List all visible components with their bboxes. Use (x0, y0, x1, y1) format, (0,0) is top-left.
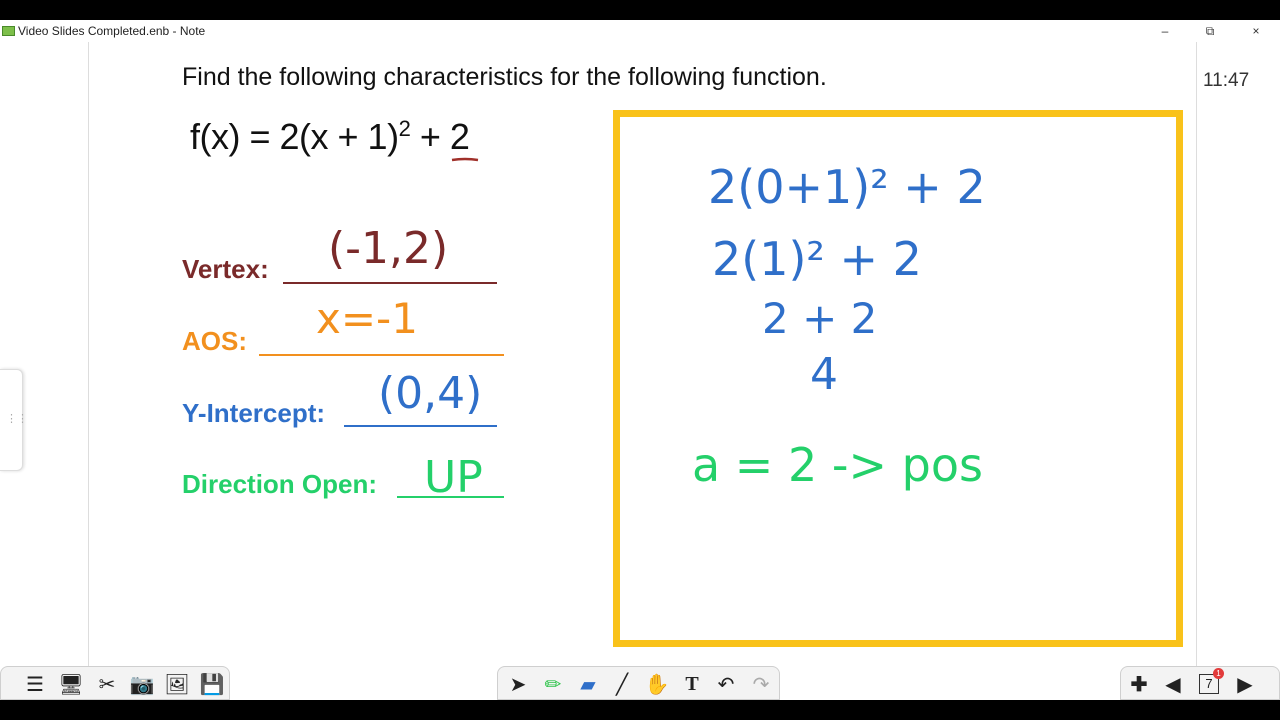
function-exponent: 2 (398, 116, 411, 141)
page-left-edge (88, 42, 89, 666)
tools-icon[interactable]: ✂ (93, 670, 121, 698)
aos-answer: x=-1 (316, 294, 418, 343)
pen-icon[interactable]: ✏ (539, 670, 567, 698)
aos-label: AOS: (182, 326, 247, 356)
direction-label: Direction Open: (182, 469, 378, 499)
window-titlebar: Video Slides Completed.enb - Note – ⧉ × (0, 20, 1280, 42)
function-expression: f(x) = 2(x + 1)2 + 2 (190, 116, 470, 158)
previous-page-icon[interactable]: ◀ (1159, 670, 1187, 698)
function-prefix: f(x) = 2(x + 1) (190, 116, 399, 157)
next-page-icon[interactable]: ▶ (1231, 670, 1259, 698)
page-right-edge (1196, 42, 1197, 666)
side-panel-tab[interactable]: ⋮⋮ (0, 369, 28, 471)
image-icon[interactable]: 🖼 (163, 670, 191, 698)
work-line-4: 4 (810, 349, 838, 400)
top-black-bar (0, 0, 1280, 20)
window-title: Video Slides Completed.enb - Note (18, 24, 206, 38)
line-icon[interactable]: ╱ (608, 670, 636, 698)
work-line-3: 2 + 2 (762, 294, 878, 343)
y-intercept-blank (344, 425, 497, 427)
select-arrow-icon[interactable]: ➤ (504, 670, 532, 698)
undo-icon[interactable]: ↶ (712, 670, 740, 698)
a-value-note: a = 2 -> pos (692, 438, 983, 492)
work-line-2: 2(1)² + 2 (712, 232, 922, 286)
eraser-icon[interactable]: ▰ (574, 670, 602, 698)
page-badge: 1 (1213, 668, 1224, 679)
document-camera-icon[interactable]: 📷 (128, 670, 156, 698)
direction-answer: UP (424, 452, 483, 503)
bottom-black-bar (0, 700, 1280, 720)
constant-underline-mark (451, 157, 479, 162)
function-constant: 2 (449, 116, 470, 157)
whiteboard-canvas[interactable]: ⋮⋮ 11:47 Find the following characterist… (0, 42, 1280, 666)
function-middle: + (410, 116, 450, 157)
toolbar-center-group: ➤ ✏ ▰ ╱ ✋ T ↶ ↷ (497, 666, 780, 700)
display-icon[interactable]: 🖥 (57, 670, 85, 698)
add-page-icon[interactable]: ✚ (1125, 670, 1153, 698)
text-icon[interactable]: T (678, 670, 706, 698)
vertex-answer: (-1,2) (328, 223, 449, 274)
redo-icon[interactable]: ↷ (747, 670, 775, 698)
side-panel-grip-icon: ⋮⋮ (6, 413, 28, 425)
aos-blank (259, 354, 504, 356)
toolbar-right-group: ✚ ◀ 7 1 ▶ (1120, 666, 1280, 700)
y-intercept-label: Y-Intercept: (182, 398, 326, 428)
y-intercept-answer: (0,4) (378, 368, 483, 419)
close-button[interactable]: × (1241, 22, 1271, 40)
minimize-button[interactable]: – (1150, 22, 1180, 40)
vertex-label: Vertex: (182, 254, 269, 284)
toolbar-left-group: ☰ 🖥 ✂ 📷 🖼 💾 (0, 666, 230, 700)
work-line-1: 2(0+1)² + 2 (708, 160, 986, 214)
clock: 11:47 (1203, 70, 1250, 91)
hand-icon[interactable]: ✋ (643, 670, 671, 698)
slide-heading: Find the following characteristics for t… (182, 63, 827, 91)
page-counter[interactable]: 7 1 (1195, 668, 1224, 698)
bottom-toolbar: ☰ 🖥 ✂ 📷 🖼 💾 ➤ ✏ ▰ ╱ ✋ T ↶ ↷ ✚ ◀ 7 1 ▶ (0, 666, 1280, 700)
vertex-blank (283, 282, 497, 284)
restore-button[interactable]: ⧉ (1195, 22, 1225, 40)
save-icon[interactable]: 💾 (198, 670, 226, 698)
app-logo-icon (2, 26, 15, 36)
menu-icon[interactable]: ☰ (21, 670, 49, 698)
